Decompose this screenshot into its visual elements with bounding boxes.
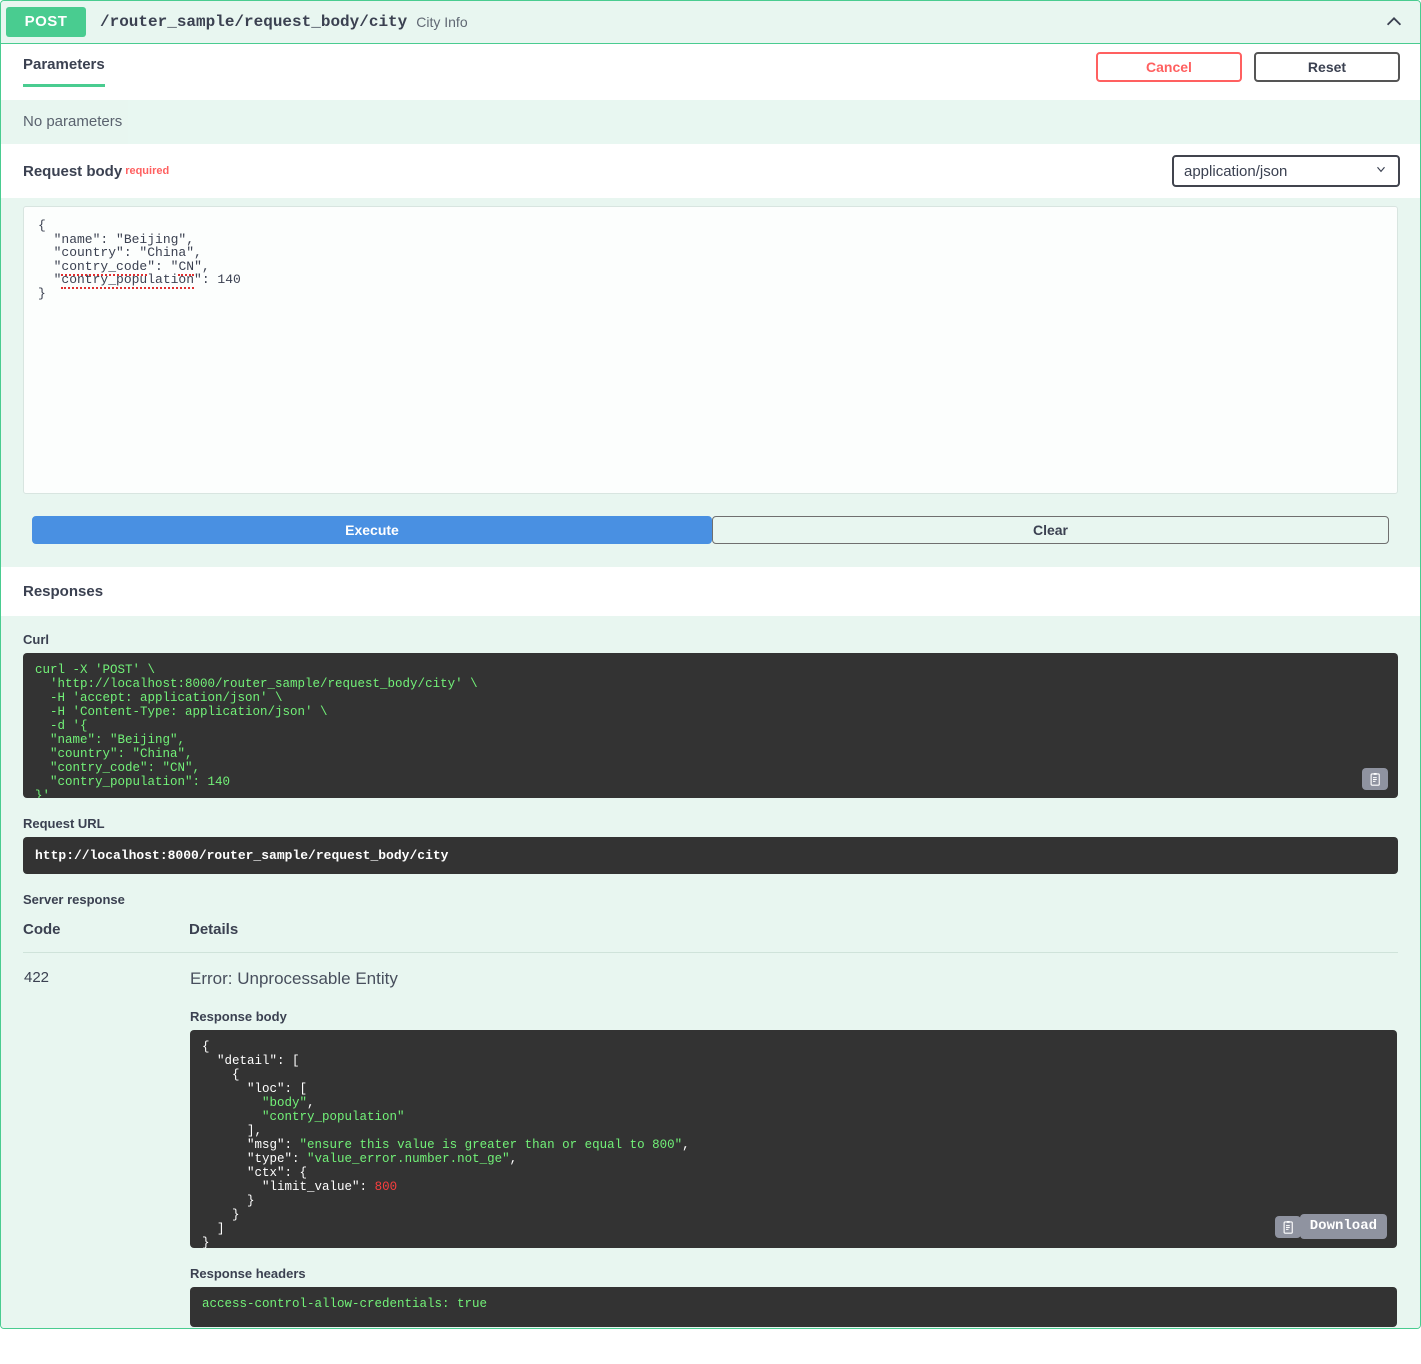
curl-label: Curl	[23, 632, 49, 647]
column-header-code: Code	[23, 921, 105, 953]
request-body-textarea[interactable]: { "name": "Beijing", "country": "China",…	[23, 206, 1398, 494]
error-title: Error: Unprocessable Entity	[190, 969, 398, 988]
request-body-bar: Request body required application/json	[1, 144, 1420, 198]
responses-section-title: Responses	[1, 567, 1420, 616]
reset-button[interactable]: Reset	[1254, 52, 1400, 82]
clear-button[interactable]: Clear	[712, 516, 1389, 544]
body-line-4: "contry_population": 140	[38, 272, 241, 290]
response-code-cell: 422	[23, 953, 105, 1329]
column-header-details: Details	[105, 921, 1398, 953]
chevron-down-icon	[1374, 162, 1388, 180]
operation-block-post-city: POST /router_sample/request_body/city Ci…	[0, 0, 1421, 1329]
operation-summary-text: City Info	[416, 14, 468, 30]
response-details: Error: Unprocessable Entity Response bod…	[106, 969, 1397, 1327]
required-badge: required	[125, 165, 170, 177]
cancel-button[interactable]: Cancel	[1096, 52, 1242, 82]
operation-summary-header[interactable]: POST /router_sample/request_body/city Ci…	[1, 1, 1420, 44]
execute-row: Execute Clear	[1, 494, 1420, 567]
response-body-label: Response body	[190, 1009, 287, 1024]
request-url-label: Request URL	[23, 816, 105, 831]
status-code: 422	[24, 969, 50, 986]
responses-section-body: Curl curl -X 'POST' \ 'http://localhost:…	[1, 616, 1420, 1328]
server-response-label: Server response	[23, 892, 125, 907]
response-details-cell: Error: Unprocessable Entity Response bod…	[105, 953, 1398, 1329]
http-method-badge: POST	[6, 7, 86, 37]
content-type-select[interactable]: application/json	[1172, 155, 1400, 187]
parameters-tab-row: Parameters Cancel Reset	[1, 44, 1420, 100]
body-line-5: }	[38, 285, 46, 301]
table-header-row: Code Details	[23, 921, 1398, 953]
curl-code-block: curl -X 'POST' \ 'http://localhost:8000/…	[23, 653, 1398, 798]
copy-clipboard-icon[interactable]	[1275, 1216, 1301, 1238]
no-parameters-text: No parameters	[1, 100, 1420, 144]
textarea-resize-handle[interactable]	[1381, 477, 1395, 491]
download-button[interactable]: Download	[1299, 1214, 1387, 1239]
response-headers-text: access-control-allow-credentials: true	[202, 1297, 488, 1311]
request-url-value: http://localhost:8000/router_sample/requ…	[23, 837, 1398, 874]
server-response-table: Code Details 422 Error: Unprocessable En…	[23, 921, 1398, 1328]
response-headers-label: Response headers	[190, 1266, 306, 1281]
copy-clipboard-icon[interactable]	[1362, 768, 1388, 790]
header-button-group: Cancel Reset	[1096, 52, 1400, 82]
table-row: 422 Error: Unprocessable Entity Response…	[23, 953, 1398, 1329]
content-type-value: application/json	[1184, 162, 1288, 180]
chevron-up-icon[interactable]	[1382, 10, 1406, 34]
response-body-text: { "detail": [ { "loc": [ "body", "contry…	[202, 1040, 690, 1248]
request-body-label: Request body	[23, 162, 123, 180]
operation-path: /router_sample/request_body/city	[100, 13, 408, 31]
response-body-code-block: { "detail": [ { "loc": [ "body", "contry…	[190, 1030, 1397, 1248]
execute-button[interactable]: Execute	[32, 516, 712, 544]
response-headers-code-block: access-control-allow-credentials: true	[190, 1287, 1397, 1327]
tab-parameters[interactable]: Parameters	[23, 56, 105, 87]
curl-command-text: curl -X 'POST' \ 'http://localhost:8000/…	[35, 663, 478, 798]
request-body-editor-wrap: { "name": "Beijing", "country": "China",…	[1, 198, 1420, 494]
